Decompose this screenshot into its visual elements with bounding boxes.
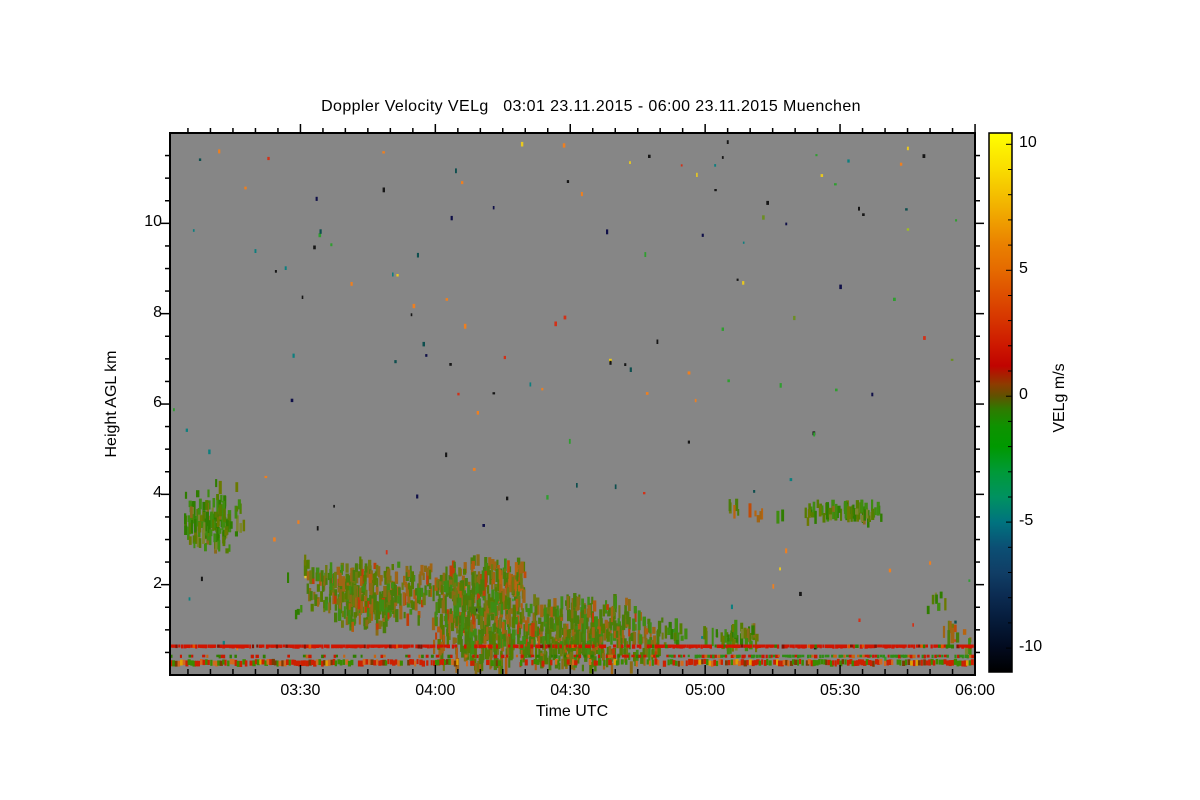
- x-tick-label: 05:00: [685, 682, 726, 699]
- y-tick-label: 10: [144, 213, 162, 231]
- colorbar-tick-label: -10: [1019, 638, 1043, 656]
- x-tick-label: 03:30: [280, 682, 321, 699]
- x-axis-title: Time UTC: [535, 703, 609, 720]
- colorbar-tick-label: 10: [1019, 134, 1037, 152]
- y-tick-label: 4: [153, 484, 162, 502]
- x-tick-label: 04:30: [550, 682, 591, 699]
- x-tick-label: 05:30: [820, 682, 861, 699]
- x-tick-label: 06:00: [954, 682, 996, 699]
- colorbar-tick-label: 5: [1019, 260, 1028, 278]
- chart-title: Doppler Velocity VELg 03:01 23.11.2015 -…: [321, 98, 861, 115]
- y-tick-label: 2: [153, 574, 162, 592]
- y-tick-label: 8: [153, 303, 162, 321]
- y-tick-label: 6: [153, 394, 162, 411]
- colorbar-tick-label: 0: [1019, 386, 1028, 404]
- doppler-velocity-figure: Doppler Velocity VELg 03:01 23.11.2015 -…: [0, 0, 1200, 800]
- colorbar-tick-label: -5: [1019, 512, 1034, 530]
- x-tick-label: 04:00: [415, 682, 456, 699]
- y-axis-title: Height AGL km: [103, 350, 120, 458]
